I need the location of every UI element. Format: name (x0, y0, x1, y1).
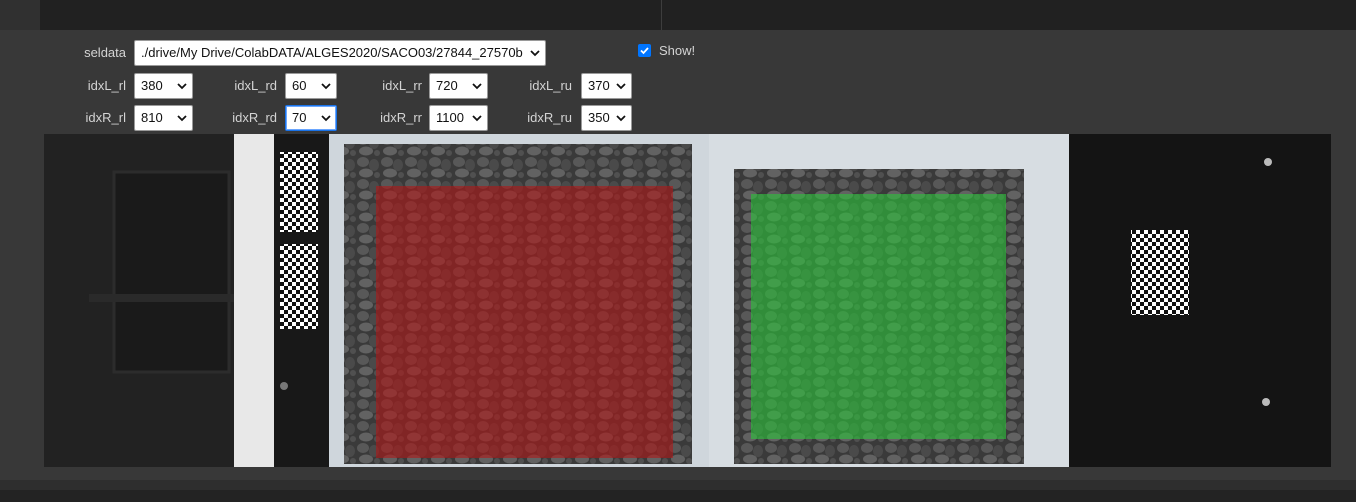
idxL-rl-value: 380 (141, 78, 163, 93)
idxL-rr-select[interactable]: 720 (429, 73, 488, 99)
right-roi-overlay (751, 194, 1006, 439)
idxR-rl-label: idxR_rl (85, 110, 126, 125)
chevron-down-icon (530, 50, 540, 57)
idxL-rl-select[interactable]: 380 (134, 73, 193, 99)
toolbar-left-block (0, 0, 40, 30)
idxR-rr-label: idxR_rr (380, 110, 422, 125)
chevron-down-icon (321, 83, 331, 90)
idxL-ru-label: idxL_ru (529, 78, 572, 93)
output-image (44, 134, 1331, 467)
chevron-down-icon (616, 83, 626, 90)
bottom-bar (0, 480, 1356, 490)
idxR-rr-value: 1100 (436, 110, 464, 125)
seldata-value: ./drive/My Drive/ColabDATA/ALGES2020/SAC… (141, 45, 523, 60)
idxR-rd-value: 70 (292, 110, 307, 125)
idxR-rl-select[interactable]: 810 (134, 105, 193, 131)
seldata-dropdown[interactable]: ./drive/My Drive/ColabDATA/ALGES2020/SAC… (134, 40, 546, 66)
idxR-ru-label: idxR_ru (527, 110, 572, 125)
idxL-rr-value: 720 (436, 78, 458, 93)
idxL-rl-label: idxL_rl (87, 78, 126, 93)
idxR-rd-select[interactable]: 70 (285, 105, 337, 131)
checkmark-icon (640, 47, 649, 55)
show-checkbox[interactable] (638, 44, 651, 57)
chevron-down-icon (616, 115, 626, 122)
bottom-bar-dark (0, 490, 1356, 502)
chevron-down-icon (472, 115, 482, 122)
idxR-rr-select[interactable]: 1100 (429, 105, 488, 131)
idxR-rl-value: 810 (141, 110, 163, 125)
toolbar-divider (661, 0, 662, 30)
idxR-ru-select[interactable]: 350 (581, 105, 632, 131)
chevron-down-icon (177, 83, 187, 90)
seldata-label: seldata (84, 45, 126, 60)
idxR-rd-label: idxR_rd (232, 110, 277, 125)
idxL-rd-label: idxL_rd (234, 78, 277, 93)
sample-tray-image (44, 134, 1331, 467)
idxR-ru-value: 350 (588, 110, 610, 125)
chevron-down-icon (472, 83, 482, 90)
idxL-rd-value: 60 (292, 78, 307, 93)
idxL-ru-value: 370 (588, 78, 610, 93)
idxL-rd-select[interactable]: 60 (285, 73, 337, 99)
show-label: Show! (659, 43, 696, 58)
idxL-ru-select[interactable]: 370 (581, 73, 632, 99)
chevron-down-icon (177, 115, 187, 122)
left-roi-overlay (376, 186, 673, 458)
top-toolbar (0, 0, 1356, 30)
idxL-rr-label: idxL_rr (382, 78, 422, 93)
chevron-down-icon (321, 115, 331, 122)
